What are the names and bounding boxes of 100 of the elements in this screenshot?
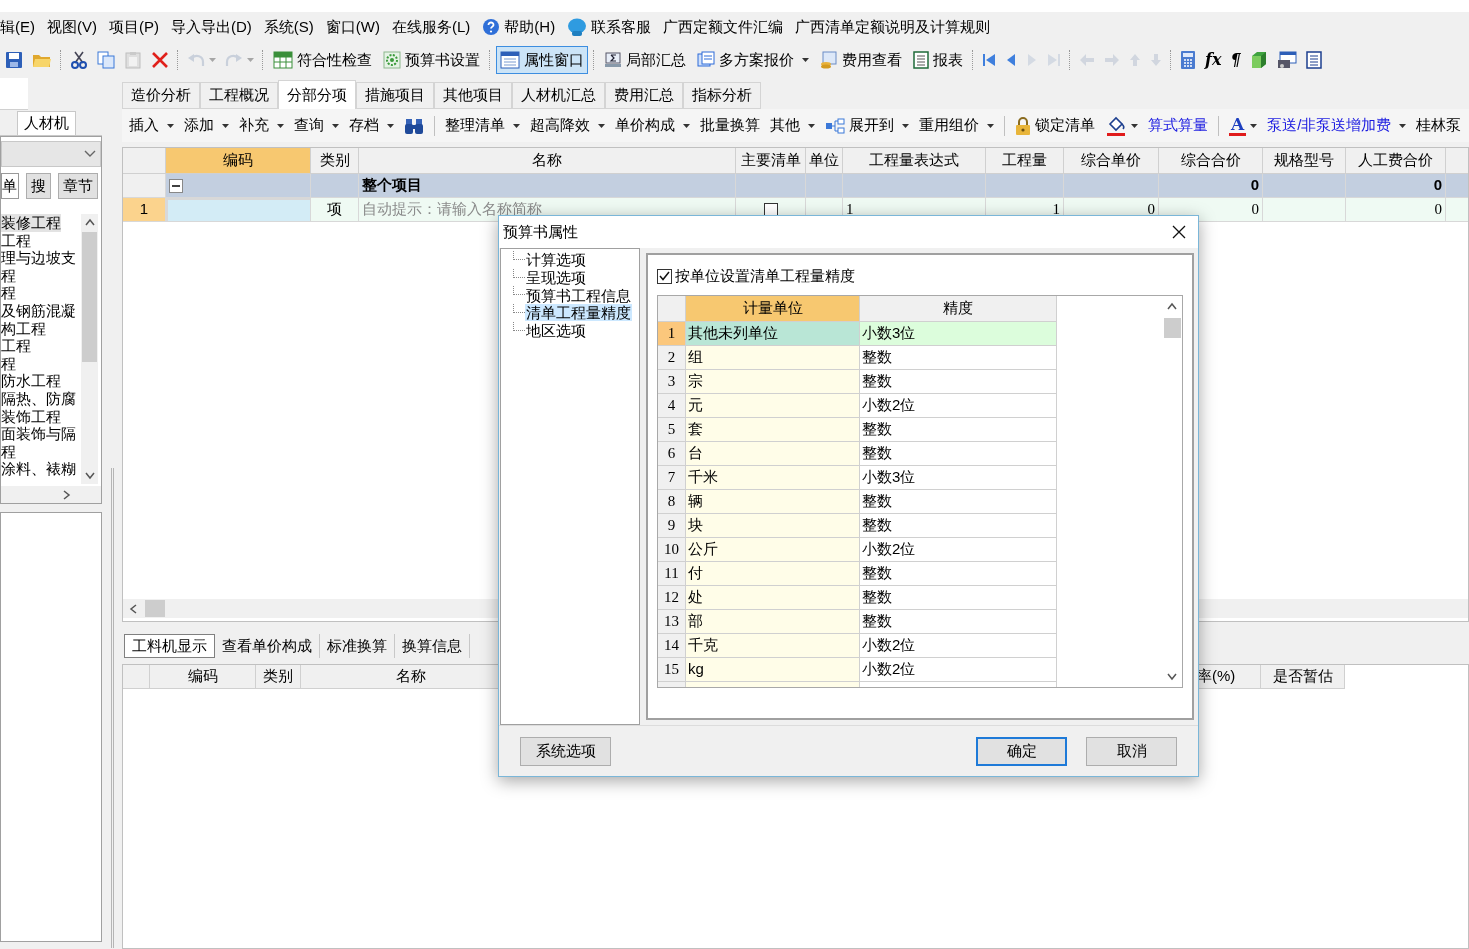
dialog-button[interactable]: 取消: [1086, 736, 1177, 766]
tree-item[interactable]: 工程: [1, 231, 31, 250]
table-cell[interactable]: 元: [686, 394, 860, 418]
tab[interactable]: 换算信息: [395, 634, 470, 658]
dialog-button[interactable]: 确定: [976, 736, 1067, 766]
search-field[interactable]: 单: [1, 173, 19, 199]
toolbar-button[interactable]: A: [1229, 115, 1258, 136]
toolbar-button[interactable]: 超高降效: [530, 114, 605, 137]
search-button[interactable]: 搜: [26, 173, 51, 199]
table-cell[interactable]: 公斤: [686, 538, 860, 562]
tree-item[interactable]: 地区选项: [525, 322, 587, 340]
table-cell[interactable]: 部: [686, 610, 860, 634]
table-cell[interactable]: 小数3位: [860, 322, 1057, 346]
table-cell[interactable]: 小数2位: [860, 394, 1057, 418]
menu-item[interactable]: 导入导出(D): [171, 15, 252, 39]
menu-item[interactable]: 视图(V): [47, 15, 97, 39]
panel-tab[interactable]: [0, 78, 28, 110]
column-header[interactable]: 工程量表达式: [843, 148, 986, 174]
table-cell[interactable]: 整数: [860, 442, 1057, 466]
table-cell[interactable]: 其他未列单位: [686, 322, 860, 346]
table-cell[interactable]: 台: [686, 442, 860, 466]
tree-item[interactable]: 程: [1, 354, 16, 373]
splitter[interactable]: [110, 468, 114, 948]
tab[interactable]: 费用汇总: [605, 82, 683, 109]
toolbar-button[interactable]: 泵送/非泵送增加费: [1267, 114, 1407, 137]
tree-item[interactable]: 理与边坡支: [1, 249, 76, 267]
column-header[interactable]: 名称: [359, 148, 736, 174]
table-cell[interactable]: kg: [686, 658, 860, 682]
table-cell[interactable]: 整数: [860, 370, 1057, 394]
toolbar-button[interactable]: 算式算量: [1148, 114, 1208, 137]
tree-item[interactable]: 装饰工程: [1, 407, 61, 426]
table-cell[interactable]: 组: [686, 346, 860, 370]
tree-item[interactable]: 防水工程: [1, 372, 61, 390]
toolbar-button[interactable]: 报表: [909, 46, 967, 74]
menu-item[interactable]: 窗口(W): [325, 15, 380, 39]
toolbar-button[interactable]: fx: [1202, 52, 1225, 68]
tree-item[interactable]: 程: [1, 442, 16, 461]
tree-item[interactable]: 及钢筋混凝: [1, 301, 76, 320]
toolbar-button[interactable]: 其他: [770, 114, 815, 137]
table-cell[interactable]: 套: [686, 418, 860, 442]
column-header[interactable]: 工程量: [986, 148, 1064, 174]
tree-item[interactable]: 装修工程: [1, 214, 61, 232]
menu-item[interactable]: 联系客服: [591, 15, 652, 39]
tab[interactable]: 其他项目: [434, 82, 512, 109]
menu-item[interactable]: 广西定额文件汇编: [663, 15, 784, 39]
column-header[interactable]: 人工费合价: [1346, 148, 1446, 174]
tree-item[interactable]: 呈现选项: [525, 269, 587, 287]
table-cell[interactable]: 整数: [860, 346, 1057, 370]
column-header[interactable]: 编码: [166, 148, 311, 174]
toolbar-button[interactable]: 局部汇总: [600, 46, 690, 74]
toolbar-button[interactable]: ¶: [1227, 52, 1244, 68]
table-cell[interactable]: 千米: [686, 466, 860, 490]
column-header[interactable]: 计量单位: [686, 296, 860, 322]
dialog-button[interactable]: 系统选项: [520, 736, 611, 766]
scrollbar-thumb[interactable]: [1163, 318, 1181, 338]
table-cell[interactable]: 整数: [860, 610, 1057, 634]
toolbar-button[interactable]: 多方案报价: [693, 46, 813, 74]
tree-item[interactable]: 计算选项: [525, 251, 587, 269]
menu-item[interactable]: 系统(S): [263, 15, 314, 39]
toolbar-button[interactable]: 批量换算: [700, 114, 760, 137]
column-header[interactable]: 是否暂估: [1261, 665, 1345, 689]
toolbar-button[interactable]: 属性窗口: [496, 46, 588, 74]
column-header[interactable]: 精度: [860, 296, 1057, 322]
tree-item[interactable]: 隔热、防腐: [1, 389, 76, 408]
table-cell[interactable]: 处: [686, 586, 860, 610]
tab[interactable]: 工料机显示: [124, 634, 215, 658]
tree-item[interactable]: 工程: [1, 337, 31, 355]
checkbox[interactable]: [763, 202, 778, 217]
column-header[interactable]: 主要清单: [736, 148, 806, 174]
search-button[interactable]: 章节: [58, 173, 98, 199]
scrollbar[interactable]: [81, 214, 98, 484]
menu-item[interactable]: 项目(P): [109, 15, 159, 39]
table-cell[interactable]: 整数: [860, 418, 1057, 442]
column-header[interactable]: 率(%): [1197, 665, 1261, 689]
table-cell[interactable]: 辆: [686, 490, 860, 514]
toolbar-button[interactable]: 整理清单: [445, 114, 520, 137]
column-header[interactable]: 综合单价: [1064, 148, 1159, 174]
scrollbar[interactable]: [1, 486, 101, 503]
toolbar-button[interactable]: 符合性检查: [269, 46, 376, 74]
toolbar-button[interactable]: 预算书设置: [379, 46, 484, 74]
toolbar-button[interactable]: 单价构成: [615, 114, 690, 137]
toolbar-button[interactable]: 插入: [129, 114, 174, 137]
table-cell[interactable]: 整数: [860, 562, 1057, 586]
dropdown-field[interactable]: [1, 141, 101, 167]
table-cell[interactable]: 整数: [860, 514, 1057, 538]
tab[interactable]: 指标分析: [683, 82, 761, 109]
tree-item[interactable]: 清单工程量精度: [525, 304, 632, 322]
column-header[interactable]: 编码: [150, 665, 256, 689]
column-header[interactable]: 规格型号: [1263, 148, 1346, 174]
column-header[interactable]: 单位: [806, 148, 843, 174]
tree-item[interactable]: 构工程: [1, 319, 46, 338]
column-header[interactable]: 类别: [311, 148, 359, 174]
tab[interactable]: 造价分析: [122, 82, 200, 109]
menu-item[interactable]: 广西清单定额说明及计算规则: [795, 15, 991, 39]
table-cell[interactable]: 整数: [860, 490, 1057, 514]
table-cell[interactable]: 小数2位: [860, 538, 1057, 562]
toolbar-button[interactable]: [404, 116, 424, 135]
tree-item[interactable]: 程: [1, 284, 16, 302]
collapse-toggle-icon[interactable]: [169, 178, 183, 193]
tree-item[interactable]: 程: [1, 266, 16, 285]
